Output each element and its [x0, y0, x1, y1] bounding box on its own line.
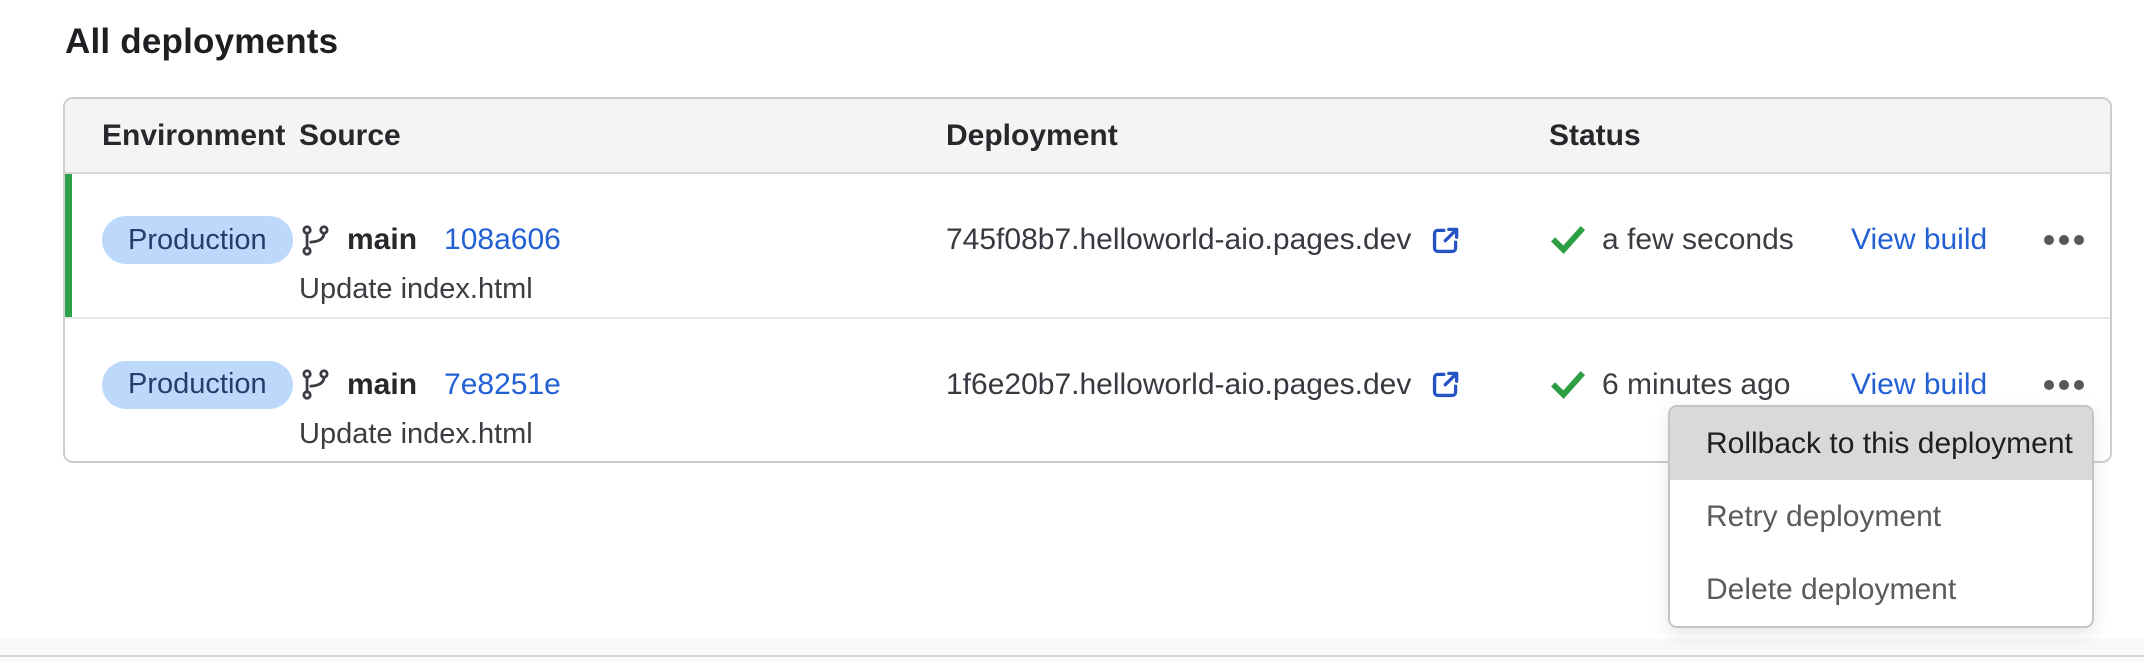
source-cell: main 7e8251e Update index.html: [299, 361, 946, 462]
view-build-link[interactable]: View build: [1851, 361, 1987, 409]
page-title: All deployments: [65, 22, 338, 62]
external-link-icon[interactable]: [1429, 224, 1462, 257]
deployment-cell: 1f6e20b7.helloworld-aio.pages.dev: [946, 361, 1549, 462]
deployment-row: Production main 108a606: [65, 174, 2110, 317]
ellipsis-icon: [2044, 380, 2054, 390]
environment-badge: Production: [102, 361, 293, 409]
status-time: a few seconds: [1602, 223, 1794, 257]
deployment-url: 745f08b7.helloworld-aio.pages.dev: [946, 223, 1411, 257]
source-cell: main 108a606 Update index.html: [299, 216, 946, 317]
commit-message: Update index.html: [299, 273, 946, 306]
commit-link[interactable]: 108a606: [444, 223, 561, 257]
environment-cell: Production: [102, 361, 299, 462]
status-cell: 6 minutes ago View build: [1549, 361, 2110, 409]
menu-item-retry[interactable]: Retry deployment: [1670, 480, 2092, 553]
deployments-page: All deployments Environment Source Deplo…: [0, 0, 2144, 662]
branch-name: main: [347, 223, 417, 257]
git-branch-icon: [299, 368, 332, 401]
column-header-status: Status: [1549, 119, 2110, 153]
column-header-environment: Environment: [102, 119, 299, 153]
branch-name: main: [347, 368, 417, 402]
view-build-link[interactable]: View build: [1851, 216, 1987, 264]
commit-link[interactable]: 7e8251e: [444, 368, 561, 402]
external-link-icon[interactable]: [1429, 368, 1462, 401]
ellipsis-icon: [2044, 235, 2054, 245]
git-branch-icon: [299, 224, 332, 257]
column-header-source: Source: [299, 119, 946, 153]
deployment-context-menu: Rollback to this deployment Retry deploy…: [1668, 405, 2094, 628]
row-menu-button[interactable]: [2032, 216, 2096, 264]
menu-item-rollback[interactable]: Rollback to this deployment: [1670, 407, 2092, 480]
menu-item-delete[interactable]: Delete deployment: [1670, 553, 2092, 626]
status-cell: a few seconds View build: [1549, 216, 2110, 264]
check-icon: [1549, 221, 1587, 259]
check-icon: [1549, 366, 1587, 404]
current-deployment-indicator: [65, 174, 72, 317]
commit-message: Update index.html: [299, 418, 946, 451]
environment-cell: Production: [102, 216, 299, 317]
deployment-cell: 745f08b7.helloworld-aio.pages.dev: [946, 216, 1549, 317]
page-section-divider: [0, 639, 2144, 662]
row-menu-button[interactable]: [2032, 361, 2096, 409]
environment-badge: Production: [102, 216, 293, 264]
column-header-deployment: Deployment: [946, 119, 1549, 153]
page-section-divider-line: [0, 655, 2144, 657]
deployment-url: 1f6e20b7.helloworld-aio.pages.dev: [946, 368, 1411, 402]
status-time: 6 minutes ago: [1602, 368, 1790, 402]
table-header-row: Environment Source Deployment Status: [65, 99, 2110, 174]
